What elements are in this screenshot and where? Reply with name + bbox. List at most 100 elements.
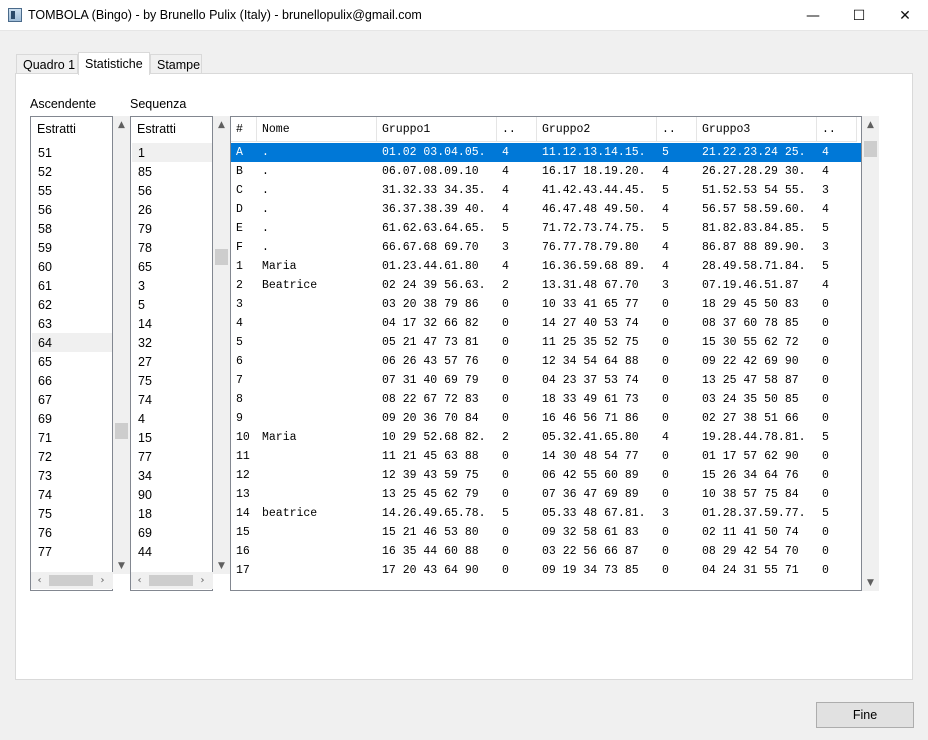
close-button[interactable]: ✕ [882, 0, 928, 31]
table-row[interactable]: 2 Beatrice 02 24 39 56.63. 2 13.31.48 67.70 3… [231, 276, 861, 295]
fine-button[interactable]: Fine [816, 702, 914, 728]
scroll-thumb[interactable] [149, 575, 193, 586]
ascendente-list-item[interactable]: 65 [32, 352, 112, 371]
ascendente-hscrollbar[interactable]: ‹ › [31, 572, 113, 589]
sequenza-list-item[interactable]: 44 [132, 542, 212, 561]
tab-stampe[interactable]: Stampe [150, 54, 202, 74]
column-header[interactable]: .. [657, 117, 697, 142]
column-header[interactable]: Gruppo1 [377, 117, 497, 142]
ascendente-listbox[interactable]: Estratti 51 52 55 56 58 59 60 61 62 63 64 65 66 67 69 7… [30, 116, 113, 591]
scroll-up-icon[interactable]: ▲ [113, 116, 130, 133]
minimize-button[interactable]: — [790, 0, 836, 31]
sequenza-list-item[interactable]: 56 [132, 181, 212, 200]
sequenza-list-item[interactable]: 78 [132, 238, 212, 257]
cartelle-grid[interactable]: # Nome Gruppo1.. Gruppo2.. Gruppo3.. A. 01.02 … [230, 116, 862, 591]
column-header[interactable]: Gruppo2 [537, 117, 657, 142]
sequenza-list-item[interactable]: 5 [132, 295, 212, 314]
scroll-thumb[interactable] [864, 141, 877, 157]
scroll-right-icon[interactable]: › [94, 572, 111, 589]
sequenza-list-item[interactable]: 90 [132, 485, 212, 504]
sequenza-list-item[interactable]: 77 [132, 447, 212, 466]
ascendente-list-item[interactable]: 61 [32, 276, 112, 295]
sequenza-list-item[interactable]: 14 [132, 314, 212, 333]
table-row[interactable]: B. 06.07.08.09.10 4 16.17 18.19.20. 4 26.27.2… [231, 162, 861, 181]
ascendente-list-item[interactable]: 76 [32, 523, 112, 542]
table-row[interactable]: 8 08 22 67 72 83 0 18 33 49 61 73 0 03 24 35 … [231, 390, 861, 409]
sequenza-list-item[interactable]: 34 [132, 466, 212, 485]
table-row[interactable]: D. 36.37.38.39 40. 4 46.47.48 49.50. 4 56.57 … [231, 200, 861, 219]
sequenza-list-item[interactable]: 75 [132, 371, 212, 390]
scroll-up-icon[interactable]: ▲ [213, 116, 230, 133]
table-row[interactable]: 7 07 31 40 69 79 0 04 23 37 53 74 0 13 25 47 … [231, 371, 861, 390]
tab-quadro-1[interactable]: Quadro 1 [16, 54, 78, 74]
ascendente-list-item[interactable]: 60 [32, 257, 112, 276]
ascendente-list-item[interactable]: 69 [32, 409, 112, 428]
scroll-left-icon[interactable]: ‹ [31, 572, 48, 589]
column-header[interactable]: .. [817, 117, 857, 142]
table-row[interactable]: 16 16 35 44 60 88 0 03 22 56 66 87 0 08 29 42… [231, 542, 861, 561]
sequenza-list-item[interactable]: 4 [132, 409, 212, 428]
sequenza-list-item[interactable]: 65 [132, 257, 212, 276]
table-row[interactable]: 1 Maria 01.23.44.61.80 4 16.36.59.68 89. 4 28.… [231, 257, 861, 276]
table-row[interactable]: 14 beatrice 14.26.49.65.78. 5 05.33 48 67.81… [231, 504, 861, 523]
sequenza-list-item[interactable]: 74 [132, 390, 212, 409]
ascendente-vscrollbar[interactable]: ▲ ▼ [113, 116, 130, 574]
table-row[interactable]: 11 11 21 45 63 88 0 14 30 48 54 77 0 01 17 57… [231, 447, 861, 466]
grid-vscrollbar[interactable]: ▲ ▼ [862, 116, 879, 591]
ascendente-list-item[interactable]: 74 [32, 485, 112, 504]
sequenza-list-item[interactable]: 27 [132, 352, 212, 371]
ascendente-list-item[interactable]: 55 [32, 181, 112, 200]
scroll-down-icon[interactable]: ▼ [862, 574, 879, 591]
sequenza-listbox[interactable]: Estratti 1 85 56 26 79 78 65 3 5 14 32 27 75 74 4 15 77 3… [130, 116, 213, 591]
sequenza-list-item[interactable]: 32 [132, 333, 212, 352]
column-header[interactable]: Nome [257, 117, 377, 142]
maximize-button[interactable]: ☐ [836, 0, 882, 31]
ascendente-list-item[interactable]: 52 [32, 162, 112, 181]
sequenza-list-item[interactable]: 85 [132, 162, 212, 181]
ascendente-list-item[interactable]: 58 [32, 219, 112, 238]
table-row[interactable]: 15 15 21 46 53 80 0 09 32 58 61 83 0 02 11 41… [231, 523, 861, 542]
sequenza-list-item[interactable]: 69 [132, 523, 212, 542]
scroll-thumb[interactable] [49, 575, 93, 586]
ascendente-list-item[interactable]: 73 [32, 466, 112, 485]
scroll-right-icon[interactable]: › [194, 572, 211, 589]
scroll-up-icon[interactable]: ▲ [862, 116, 879, 133]
ascendente-list-item[interactable]: 66 [32, 371, 112, 390]
table-row[interactable]: 6 06 26 43 57 76 0 12 34 54 64 88 0 09 22 42 … [231, 352, 861, 371]
table-row[interactable]: 12 12 39 43 59 75 0 06 42 55 60 89 0 15 26 34… [231, 466, 861, 485]
ascendente-list-item[interactable]: 62 [32, 295, 112, 314]
column-header[interactable]: .. [497, 117, 537, 142]
ascendente-list-item[interactable]: 67 [32, 390, 112, 409]
sequenza-hscrollbar[interactable]: ‹ › [131, 572, 213, 589]
column-header[interactable]: Gruppo3 [697, 117, 817, 142]
table-row[interactable]: 10 Maria 10 29 52.68 82. 2 05.32.41.65.80 4 19… [231, 428, 861, 447]
table-row[interactable]: 5 05 21 47 73 81 0 11 25 35 52 75 0 15 30 55 … [231, 333, 861, 352]
scroll-down-icon[interactable]: ▼ [213, 557, 230, 574]
ascendente-list-item[interactable]: 64 [32, 333, 112, 352]
sequenza-list-item[interactable]: 15 [132, 428, 212, 447]
table-row[interactable]: C. 31.32.33 34.35. 4 41.42.43.44.45. 5 51.52.… [231, 181, 861, 200]
table-row[interactable]: 3 03 20 38 79 86 0 10 33 41 65 77 0 18 29 45 … [231, 295, 861, 314]
sequenza-list-item[interactable]: 3 [132, 276, 212, 295]
scroll-down-icon[interactable]: ▼ [113, 557, 130, 574]
ascendente-list-item[interactable]: 59 [32, 238, 112, 257]
table-row[interactable]: 4 04 17 32 66 82 0 14 27 40 53 74 0 08 37 60 … [231, 314, 861, 333]
table-row[interactable]: A. 01.02 03.04.05. 4 11.12.13.14.15. 5 21.22.… [231, 143, 861, 162]
sequenza-vscrollbar[interactable]: ▲ ▼ [213, 116, 230, 574]
table-row[interactable]: 9 09 20 36 70 84 0 16 46 56 71 86 0 02 27 38 … [231, 409, 861, 428]
column-header[interactable]: # [231, 117, 257, 142]
ascendente-list-item[interactable]: 72 [32, 447, 112, 466]
table-row[interactable]: 17 17 20 43 64 90 0 09 19 34 73 85 0 04 24 31… [231, 561, 861, 580]
ascendente-list-item[interactable]: 56 [32, 200, 112, 219]
ascendente-list-item[interactable]: 63 [32, 314, 112, 333]
sequenza-list-item[interactable]: 26 [132, 200, 212, 219]
scroll-thumb[interactable] [215, 249, 228, 265]
sequenza-list-item[interactable]: 79 [132, 219, 212, 238]
ascendente-list-item[interactable]: 71 [32, 428, 112, 447]
scroll-thumb[interactable] [115, 423, 128, 439]
tab-statistiche[interactable]: Statistiche [78, 52, 150, 75]
ascendente-list-item[interactable]: 75 [32, 504, 112, 523]
table-row[interactable]: F. 66.67.68 69.70 3 76.77.78.79.80 4 86.87 88… [231, 238, 861, 257]
table-row[interactable]: 13 13 25 45 62 79 0 07 36 47 69 89 0 10 38 57… [231, 485, 861, 504]
sequenza-list-item[interactable]: 18 [132, 504, 212, 523]
